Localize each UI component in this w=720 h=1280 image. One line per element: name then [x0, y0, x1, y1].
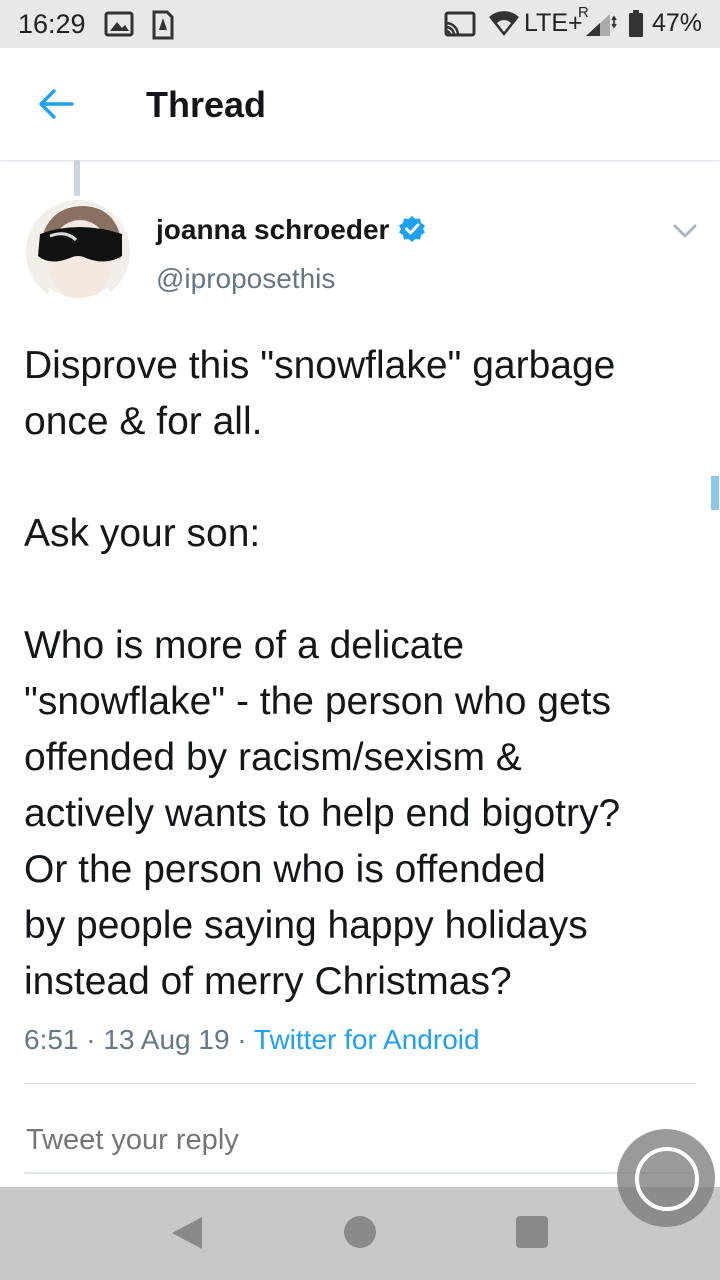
network-type: LTE+ [524, 9, 583, 37]
app-header: Thread [0, 48, 720, 161]
avatar[interactable] [26, 200, 130, 304]
tweet-line: instead of merry Christmas? [24, 960, 512, 1003]
battery-icon [628, 10, 644, 43]
tweet-time: 6:51 [24, 1024, 79, 1055]
nav-back-button[interactable] [170, 1215, 204, 1251]
tweet-meta: 6:51 · 13 Aug 19 · Twitter for Android [24, 1024, 480, 1056]
divider [24, 1083, 696, 1084]
thread-connector-line [74, 160, 80, 196]
tweet-line: Who is more of a delicate [24, 624, 465, 667]
tweet-options-button[interactable] [668, 216, 702, 246]
tweet-line: offended by racism/sexism & [24, 736, 522, 779]
tweet-line: by people saying happy holidays [24, 904, 588, 947]
tweet-source-link[interactable]: Twitter for Android [254, 1024, 480, 1055]
wifi-icon [488, 8, 520, 43]
sim-icon [152, 10, 174, 45]
status-bar: 16:29 LTE+ R 47% [0, 0, 720, 48]
image-icon [104, 10, 134, 43]
reply-input[interactable] [24, 1108, 608, 1172]
tweet-line: "snowflake" - the person who gets [24, 680, 611, 723]
nav-recents-button[interactable] [516, 1216, 548, 1248]
tweet-line: once & for all. [24, 400, 263, 443]
signal-icon [584, 12, 618, 43]
status-time: 16:29 [18, 9, 86, 39]
tweet-date: 13 Aug 19 [103, 1024, 230, 1055]
page-title: Thread [146, 84, 267, 125]
scrollbar-thumb[interactable] [711, 476, 719, 510]
chevron-down-icon [673, 224, 697, 238]
tweet-text: Disprove this "snowflake" garbage once &… [24, 338, 714, 1010]
author-display-name[interactable]: joanna schroeder [156, 214, 389, 246]
author-handle[interactable]: @iproposethis [156, 263, 335, 295]
arrow-left-icon [39, 89, 74, 119]
tweet-line: Ask your son: [24, 512, 261, 555]
cast-icon [444, 10, 476, 43]
verified-badge-icon [398, 215, 426, 243]
tweet-line: Disprove this "snowflake" garbage [24, 344, 616, 387]
meta-separator: · [86, 1024, 96, 1055]
meta-separator: · [237, 1024, 247, 1055]
back-button[interactable] [36, 84, 76, 124]
tweet-line: actively wants to help end bigotry? [24, 792, 621, 835]
triangle-back-icon [172, 1217, 202, 1249]
floating-assistive-button[interactable] [617, 1129, 715, 1227]
battery-percent: 47% [652, 9, 703, 37]
reply-input-underline [24, 1172, 696, 1174]
nav-home-button[interactable] [344, 1216, 376, 1248]
tweet-line: Or the person who is offended [24, 848, 546, 891]
circle-icon [635, 1147, 699, 1211]
avatar-photo [26, 200, 130, 304]
